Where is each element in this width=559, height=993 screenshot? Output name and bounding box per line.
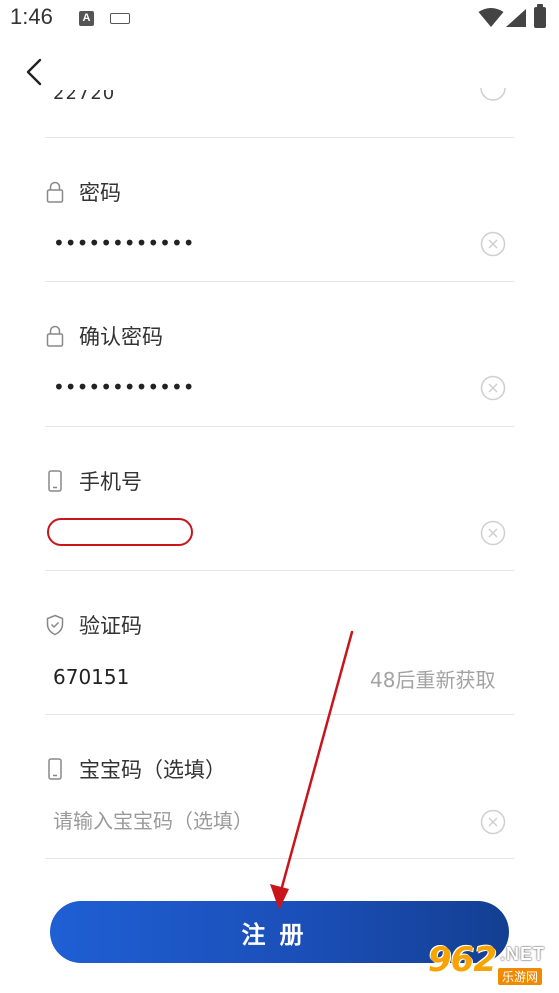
- verification-code-input[interactable]: [53, 660, 353, 694]
- chevron-left-icon: [26, 58, 42, 86]
- watermark-logo-suffix: .NET: [500, 944, 546, 964]
- baby-code-input[interactable]: [53, 804, 463, 838]
- lock-icon: [45, 324, 65, 348]
- shield-check-icon: [45, 613, 65, 637]
- divider: [45, 281, 514, 282]
- divider: [45, 570, 514, 571]
- confirm-password-label: 确认密码: [79, 325, 163, 349]
- confirm-password-label-row: 确认密码: [45, 321, 163, 351]
- wifi-icon: [478, 8, 504, 27]
- lock-icon: [45, 180, 65, 204]
- status-time: 1:46: [10, 4, 53, 29]
- cell-signal-icon: [506, 9, 526, 27]
- watermark-logo: 962 .NET 乐游网: [418, 936, 559, 990]
- verification-code-label-row: 验证码: [45, 610, 142, 640]
- keyboard-icon: [110, 13, 130, 24]
- phone-label-row: 手机号: [45, 466, 142, 496]
- watermark-tagline: 乐游网: [498, 968, 543, 985]
- phone-icon: [45, 757, 65, 781]
- baby-code-label-row: 宝宝码（选填）: [45, 754, 226, 784]
- confirm-password-input[interactable]: [53, 370, 463, 404]
- divider: [45, 426, 514, 427]
- clear-confirm-password-icon[interactable]: [480, 375, 506, 401]
- watermark-logo-number: 962: [428, 940, 497, 980]
- divider: [45, 137, 514, 138]
- divider: [45, 858, 514, 859]
- verification-code-label: 验证码: [79, 614, 142, 638]
- password-label: 密码: [79, 181, 121, 205]
- password-input[interactable]: [53, 226, 463, 260]
- phone-icon: [45, 469, 65, 493]
- clear-phone-icon[interactable]: [480, 520, 506, 546]
- clear-password-icon[interactable]: [480, 231, 506, 257]
- battery-icon: [534, 4, 546, 28]
- clear-baby-code-icon[interactable]: [480, 809, 506, 835]
- annotation-arrow: [270, 630, 354, 910]
- password-label-row: 密码: [45, 177, 121, 207]
- resend-countdown[interactable]: 48后重新获取: [370, 664, 495, 693]
- baby-code-label: 宝宝码（选填）: [79, 758, 226, 782]
- divider: [45, 714, 514, 715]
- clear-icon[interactable]: [480, 88, 506, 102]
- redaction-annotation: [47, 518, 193, 546]
- phone-label: 手机号: [79, 470, 142, 494]
- back-button[interactable]: [18, 52, 54, 92]
- accessibility-notification-icon: A: [79, 11, 94, 26]
- username-value-partial: 22720: [53, 90, 116, 104]
- status-bar: 1:46 A: [0, 0, 559, 40]
